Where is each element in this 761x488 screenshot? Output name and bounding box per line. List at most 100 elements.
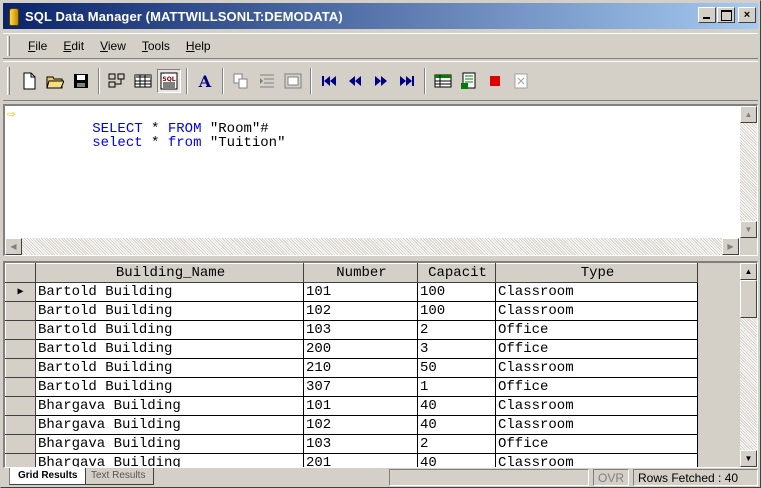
cell-building-name[interactable]: Bartold Building (35, 339, 304, 359)
menu-help[interactable]: Help (178, 39, 219, 53)
table-row[interactable]: Bartold Building 307 1 Office (5, 377, 698, 397)
cell-building-name[interactable]: Bartold Building (35, 377, 304, 397)
grid-scroll-down-button[interactable]: ▼ (740, 450, 757, 467)
cell-capacity[interactable]: 2 (417, 434, 496, 454)
column-header-capacity[interactable]: Capacit (417, 263, 496, 283)
corner-cell[interactable] (5, 263, 36, 283)
cell-type[interactable]: Classroom (495, 282, 698, 302)
column-header-type[interactable]: Type (495, 263, 698, 283)
tab-text-results[interactable]: Text Results (83, 468, 155, 485)
cell-type[interactable]: Office (495, 320, 698, 340)
cell-number[interactable]: 103 (303, 320, 418, 340)
font-button[interactable]: A (193, 69, 217, 93)
grid-scroll-thumb[interactable] (740, 280, 757, 318)
cell-type[interactable]: Office (495, 339, 698, 359)
table-row[interactable]: Bartold Building 210 50 Classroom (5, 358, 698, 378)
column-header-number[interactable]: Number (303, 263, 418, 283)
outline-button[interactable] (281, 69, 305, 93)
cell-number[interactable]: 103 (303, 434, 418, 454)
cell-type[interactable]: Classroom (495, 396, 698, 416)
cell-number[interactable]: 101 (303, 396, 418, 416)
row-header[interactable] (5, 453, 36, 467)
table-row[interactable]: Bhargava Building 102 40 Classroom (5, 415, 698, 435)
cell-type[interactable]: Office (495, 434, 698, 454)
row-header[interactable] (5, 434, 36, 454)
row-header[interactable] (5, 377, 36, 397)
last-record-button[interactable] (395, 69, 419, 93)
cell-capacity[interactable]: 100 (417, 301, 496, 321)
cell-type[interactable]: Classroom (495, 415, 698, 435)
minimize-button[interactable] (698, 7, 716, 23)
table-row[interactable]: Bartold Building 103 2 Office (5, 320, 698, 340)
sql-editor[interactable]: ⇨ SELECT * FROM "Room"# select * from "Tu… (3, 104, 758, 256)
copy-button[interactable] (229, 69, 253, 93)
scroll-down-button[interactable]: ▼ (740, 221, 757, 238)
maximize-button[interactable] (717, 7, 735, 23)
cell-capacity[interactable]: 2 (417, 320, 496, 340)
grid-view-button[interactable] (105, 69, 129, 93)
cell-capacity[interactable]: 40 (417, 415, 496, 435)
cell-building-name[interactable]: Bartold Building (35, 358, 304, 378)
table-row[interactable]: Bartold Building 102 100 Classroom (5, 301, 698, 321)
open-button[interactable] (43, 69, 67, 93)
cell-number[interactable]: 200 (303, 339, 418, 359)
indent-button[interactable] (255, 69, 279, 93)
sql-code[interactable]: ⇨ SELECT * FROM "Room"# select * from "Tu… (5, 108, 739, 237)
table-button[interactable] (131, 69, 155, 93)
column-header-building-name[interactable]: Building_Name (35, 263, 304, 283)
row-header[interactable] (5, 396, 36, 416)
stop-button[interactable] (483, 69, 507, 93)
row-header[interactable] (5, 320, 36, 340)
cell-capacity[interactable]: 100 (417, 282, 496, 302)
disabled-button[interactable] (509, 69, 533, 93)
table-row[interactable]: Bhargava Building 201 40 Classroom (5, 453, 698, 467)
cell-capacity[interactable]: 50 (417, 358, 496, 378)
results-grid[interactable]: Building_Name Number Capacit Type ▶ Bart… (3, 261, 758, 468)
toolbar-grip[interactable] (7, 67, 10, 95)
cell-capacity[interactable]: 1 (417, 377, 496, 397)
menu-grip[interactable] (7, 36, 10, 56)
cell-number[interactable]: 102 (303, 301, 418, 321)
cell-capacity[interactable]: 40 (417, 396, 496, 416)
cell-building-name[interactable]: Bartold Building (35, 320, 304, 340)
scroll-left-button[interactable]: ◀ (5, 238, 22, 255)
cell-building-name[interactable]: Bartold Building (35, 282, 304, 302)
row-header[interactable] (5, 358, 36, 378)
row-header[interactable] (5, 415, 36, 435)
grid-scroll-up-button[interactable]: ▲ (740, 263, 757, 280)
cell-type[interactable]: Office (495, 377, 698, 397)
cell-building-name[interactable]: Bartold Building (35, 301, 304, 321)
cell-capacity[interactable]: 40 (417, 453, 496, 467)
new-file-button[interactable] (17, 69, 41, 93)
table-row[interactable]: Bhargava Building 101 40 Classroom (5, 396, 698, 416)
menu-view[interactable]: View (92, 39, 134, 53)
cell-building-name[interactable]: Bhargava Building (35, 415, 304, 435)
cell-type[interactable]: Classroom (495, 453, 698, 467)
previous-record-button[interactable] (343, 69, 367, 93)
cell-number[interactable]: 101 (303, 282, 418, 302)
row-header[interactable] (5, 301, 36, 321)
next-record-button[interactable] (369, 69, 393, 93)
cell-number[interactable]: 102 (303, 415, 418, 435)
editor-horizontal-scrollbar[interactable]: ◀ ▶ (5, 238, 739, 255)
cell-type[interactable]: Classroom (495, 358, 698, 378)
execute-all-button[interactable] (457, 69, 481, 93)
title-bar[interactable]: SQL Data Manager (MATTWILLSONLT:DEMODATA… (3, 3, 758, 29)
cell-building-name[interactable]: Bhargava Building (35, 453, 304, 467)
table-row[interactable]: Bartold Building 200 3 Office (5, 339, 698, 359)
table-row[interactable]: Bhargava Building 103 2 Office (5, 434, 698, 454)
sql-button[interactable]: SQL (157, 69, 181, 93)
first-record-button[interactable] (317, 69, 341, 93)
cell-building-name[interactable]: Bhargava Building (35, 434, 304, 454)
cell-building-name[interactable]: Bhargava Building (35, 396, 304, 416)
table-row[interactable]: ▶ Bartold Building 101 100 Classroom (5, 282, 698, 302)
cell-capacity[interactable]: 3 (417, 339, 496, 359)
editor-vertical-scrollbar[interactable]: ▲ ▼ (740, 106, 757, 238)
cell-number[interactable]: 201 (303, 453, 418, 467)
menu-file[interactable]: File (20, 39, 55, 53)
cell-number[interactable]: 210 (303, 358, 418, 378)
row-header[interactable] (5, 339, 36, 359)
close-button[interactable]: × (738, 7, 756, 23)
cell-number[interactable]: 307 (303, 377, 418, 397)
menu-tools[interactable]: Tools (134, 39, 178, 53)
